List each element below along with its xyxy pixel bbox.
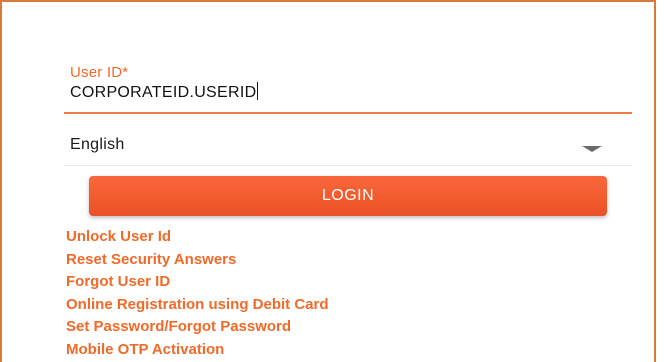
language-select[interactable]: English: [64, 124, 632, 166]
language-selected-value: English: [70, 136, 125, 153]
text-cursor: [257, 82, 259, 100]
user-id-input[interactable]: CORPORATEID.USERID: [70, 82, 259, 102]
login-button[interactable]: LOGIN: [89, 176, 607, 216]
user-id-underline: [64, 112, 632, 114]
user-id-label: User ID*: [70, 64, 129, 81]
online-registration-link[interactable]: Online Registration using Debit Card: [66, 294, 329, 317]
set-password-link[interactable]: Set Password/Forgot Password: [66, 316, 329, 339]
forgot-user-id-link[interactable]: Forgot User ID: [66, 271, 329, 294]
user-id-value: CORPORATEID.USERID: [70, 84, 257, 101]
unlock-user-id-link[interactable]: Unlock User Id: [66, 226, 329, 249]
mobile-otp-activation-link[interactable]: Mobile OTP Activation: [66, 339, 329, 362]
chevron-down-icon[interactable]: [582, 146, 602, 152]
help-links: Unlock User Id Reset Security Answers Fo…: [66, 226, 329, 362]
reset-security-answers-link[interactable]: Reset Security Answers: [66, 249, 329, 272]
login-panel: User ID* CORPORATEID.USERID English LOGI…: [0, 0, 656, 362]
